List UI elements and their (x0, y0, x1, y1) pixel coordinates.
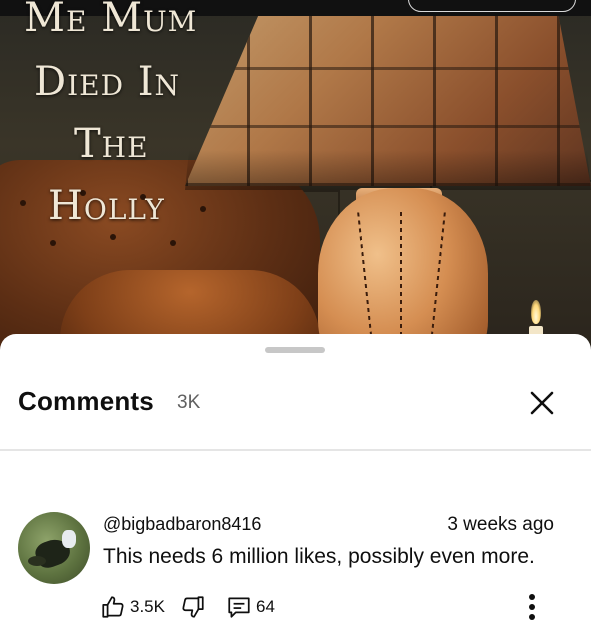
dislike-button[interactable] (180, 592, 206, 622)
comment-actions: 3.5K 64 (100, 592, 570, 622)
comments-header: Comments 3K (0, 372, 591, 450)
thumbs-up-icon (102, 596, 124, 618)
close-icon (530, 391, 554, 415)
comment-timestamp: 3 weeks ago (447, 514, 554, 535)
video-player[interactable]: Me Mum Died In The Holly (0, 0, 591, 360)
top-pill-button[interactable] (408, 0, 576, 12)
reply-count: 64 (256, 597, 275, 616)
like-count: 3.5K (130, 597, 165, 616)
header-divider (0, 449, 591, 451)
like-button[interactable]: 3.5K (100, 592, 165, 622)
comments-count: 3K (177, 392, 201, 413)
comments-title: Comments (18, 386, 154, 416)
cover-title-line: The (74, 121, 149, 167)
cover-title-line: Holly (48, 183, 165, 229)
cover-title: Me Mum Died In The Holly (22, 0, 242, 228)
more-options-button[interactable] (522, 592, 542, 622)
candle-flame (531, 300, 541, 324)
avatar[interactable] (18, 512, 90, 584)
comments-sheet: Comments 3K @bigbadbaron8416 3 weeks ago… (0, 334, 591, 640)
replies-button[interactable]: 64 (226, 592, 275, 622)
comment-text: This needs 6 million likes, possibly eve… (103, 545, 535, 568)
cover-title-line: Me Mum (24, 0, 198, 41)
drag-handle[interactable] (265, 347, 325, 353)
comment-author[interactable]: @bigbadbaron8416 (103, 514, 261, 535)
reply-icon (228, 597, 250, 618)
close-button[interactable] (522, 384, 562, 424)
comment-item: @bigbadbaron8416 3 weeks ago This needs … (0, 504, 591, 640)
cover-title-line: Died In (34, 59, 181, 105)
thumbs-down-icon (182, 596, 204, 618)
